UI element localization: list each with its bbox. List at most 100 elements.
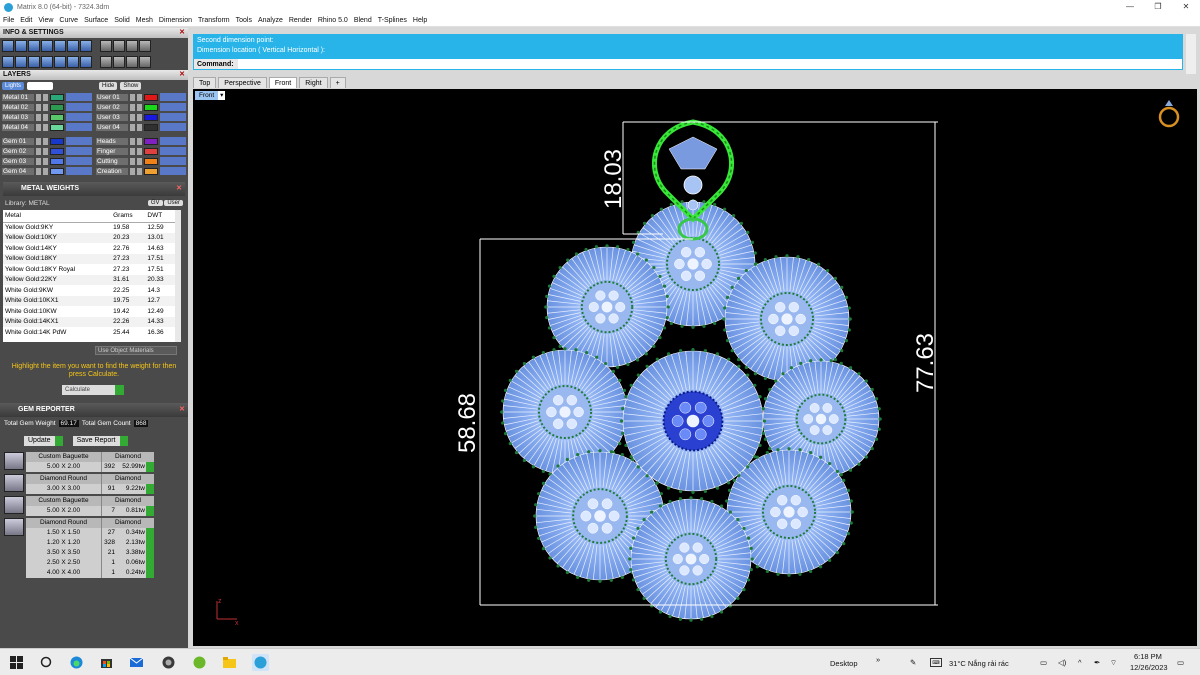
matrix-taskbar-icon[interactable]	[252, 654, 269, 671]
layer-row[interactable]: Cutting	[96, 156, 186, 166]
show-button[interactable]: Show	[120, 82, 142, 90]
layer-color-swatch[interactable]	[50, 137, 64, 145]
layer-visibility-icon[interactable]	[36, 167, 41, 175]
tool-icon[interactable]	[2, 56, 14, 68]
restore-button[interactable]: ❐	[1144, 0, 1172, 14]
viewport-label[interactable]: Front ▾	[195, 91, 226, 100]
tool-icon[interactable]	[80, 56, 92, 68]
layer-lock-icon[interactable]	[137, 137, 142, 145]
table-row[interactable]: White Gold:14K PdW 25.44 16.36	[3, 327, 175, 338]
gem-row[interactable]: 2.50 X 2.50 1 0.06tw	[26, 558, 184, 568]
layer-visibility-icon[interactable]	[36, 103, 41, 111]
layer-row[interactable]: Heads	[96, 136, 186, 146]
layer-bar[interactable]	[66, 137, 92, 145]
tool-icon[interactable]	[126, 56, 138, 68]
tool-icon[interactable]	[126, 40, 138, 52]
tool-icon[interactable]	[41, 40, 53, 52]
tool-icon[interactable]	[67, 40, 79, 52]
app-icon[interactable]	[193, 656, 206, 669]
tool-icon[interactable]	[100, 56, 112, 68]
layer-visibility-icon[interactable]	[130, 157, 135, 165]
layers-header[interactable]: LAYERS ✕	[0, 70, 188, 80]
layer-row[interactable]: Gem 01	[2, 136, 92, 146]
select-gem-icon[interactable]	[146, 548, 154, 558]
layer-bar[interactable]	[160, 147, 186, 155]
table-scrollbar[interactable]	[175, 210, 181, 342]
windows-start-icon[interactable]	[10, 656, 23, 669]
tool-icon[interactable]	[28, 56, 40, 68]
round-gem-icon[interactable]	[4, 518, 24, 536]
table-row[interactable]: White Gold:14KX1 22.26 14.33	[3, 316, 175, 327]
layer-lock-icon[interactable]	[43, 137, 48, 145]
tool-icon[interactable]	[113, 56, 125, 68]
layer-row[interactable]: Metal 03	[2, 112, 92, 122]
pen-icon[interactable]: ✒	[1094, 658, 1100, 667]
info-settings-header[interactable]: INFO & SETTINGS ✕	[0, 28, 188, 38]
layer-visibility-icon[interactable]	[130, 93, 135, 101]
layer-color-swatch[interactable]	[144, 147, 158, 155]
chevron-up-icon[interactable]: »	[876, 655, 880, 664]
layer-bar[interactable]	[66, 113, 92, 121]
layer-color-swatch[interactable]	[50, 147, 64, 155]
round-gem-icon[interactable]	[4, 474, 24, 492]
layer-row[interactable]: Gem 02	[2, 146, 92, 156]
layer-color-swatch[interactable]	[50, 157, 64, 165]
select-gem-icon[interactable]	[146, 484, 154, 494]
layer-row[interactable]: Gem 03	[2, 156, 92, 166]
layer-row[interactable]: User 03	[96, 112, 186, 122]
layer-lock-icon[interactable]	[43, 157, 48, 165]
baguette-gem-icon[interactable]	[4, 452, 24, 470]
tool-icon[interactable]	[80, 40, 92, 52]
select-gem-icon[interactable]	[146, 558, 154, 568]
layer-color-swatch[interactable]	[50, 113, 64, 121]
layer-bar[interactable]	[160, 93, 186, 101]
save-report-button[interactable]: Save Report	[72, 436, 128, 446]
layer-lock-icon[interactable]	[137, 103, 142, 111]
lights-swatch[interactable]	[27, 82, 54, 90]
layer-bar[interactable]	[160, 167, 186, 175]
clock-date[interactable]: 12/26/2023	[1130, 663, 1168, 672]
layer-visibility-icon[interactable]	[130, 137, 135, 145]
layer-bar[interactable]	[66, 157, 92, 165]
table-row[interactable]: Yellow Gold:10KY 20.23 13.01	[3, 232, 175, 243]
layer-visibility-icon[interactable]	[36, 123, 41, 131]
menu-analyze[interactable]: Analyze	[255, 17, 286, 24]
clock-time[interactable]: 6:18 PM	[1134, 652, 1162, 661]
layer-lock-icon[interactable]	[137, 123, 142, 131]
minimize-button[interactable]: —	[1116, 0, 1144, 14]
metal-weights-header[interactable]: METAL WEIGHTS ✕	[3, 182, 185, 196]
keyboard-icon[interactable]: ⌨	[930, 658, 942, 667]
app-icon[interactable]	[162, 656, 175, 669]
menu-view[interactable]: View	[35, 17, 56, 24]
layer-row[interactable]: Metal 04	[2, 122, 92, 132]
layer-color-swatch[interactable]	[50, 93, 64, 101]
menu-render[interactable]: Render	[286, 17, 315, 24]
hide-button[interactable]: Hide	[99, 82, 118, 90]
layer-color-swatch[interactable]	[50, 103, 64, 111]
gem-row[interactable]: 3.50 X 3.50 21 3.38tw	[26, 548, 184, 558]
layer-visibility-icon[interactable]	[130, 167, 135, 175]
wifi-icon[interactable]: ⌔	[1110, 658, 1117, 668]
menu-curve[interactable]: Curve	[56, 17, 81, 24]
layer-lock-icon[interactable]	[43, 103, 48, 111]
tool-icon[interactable]	[67, 56, 79, 68]
layer-visibility-icon[interactable]	[36, 157, 41, 165]
layer-visibility-icon[interactable]	[36, 137, 41, 145]
use-object-materials-select[interactable]: Use Object Materials	[95, 346, 177, 355]
menu-edit[interactable]: Edit	[17, 17, 35, 24]
baguette-gem-icon[interactable]	[4, 496, 24, 514]
menu-surface[interactable]: Surface	[81, 17, 111, 24]
command-input[interactable]	[237, 59, 1182, 69]
layer-lock-icon[interactable]	[43, 167, 48, 175]
table-row[interactable]: Yellow Gold:22KY 31.61 20.33	[3, 274, 175, 285]
settings-tool-icon[interactable]	[2, 40, 14, 52]
store-icon[interactable]	[100, 656, 113, 669]
select-gem-icon[interactable]	[146, 506, 154, 516]
menu-blend[interactable]: Blend	[351, 17, 375, 24]
close-icon[interactable]: ✕	[176, 182, 182, 196]
table-row[interactable]: Yellow Gold:18KY Royal 27.23 17.51	[3, 264, 175, 275]
table-row[interactable]: White Gold:10KW 19.42 12.49	[3, 306, 175, 317]
gem-row[interactable]: 1.20 X 1.20 328 2.13tw	[26, 538, 184, 548]
tool-icon[interactable]	[100, 40, 112, 52]
volume-icon[interactable]: ◁)	[1058, 658, 1066, 667]
